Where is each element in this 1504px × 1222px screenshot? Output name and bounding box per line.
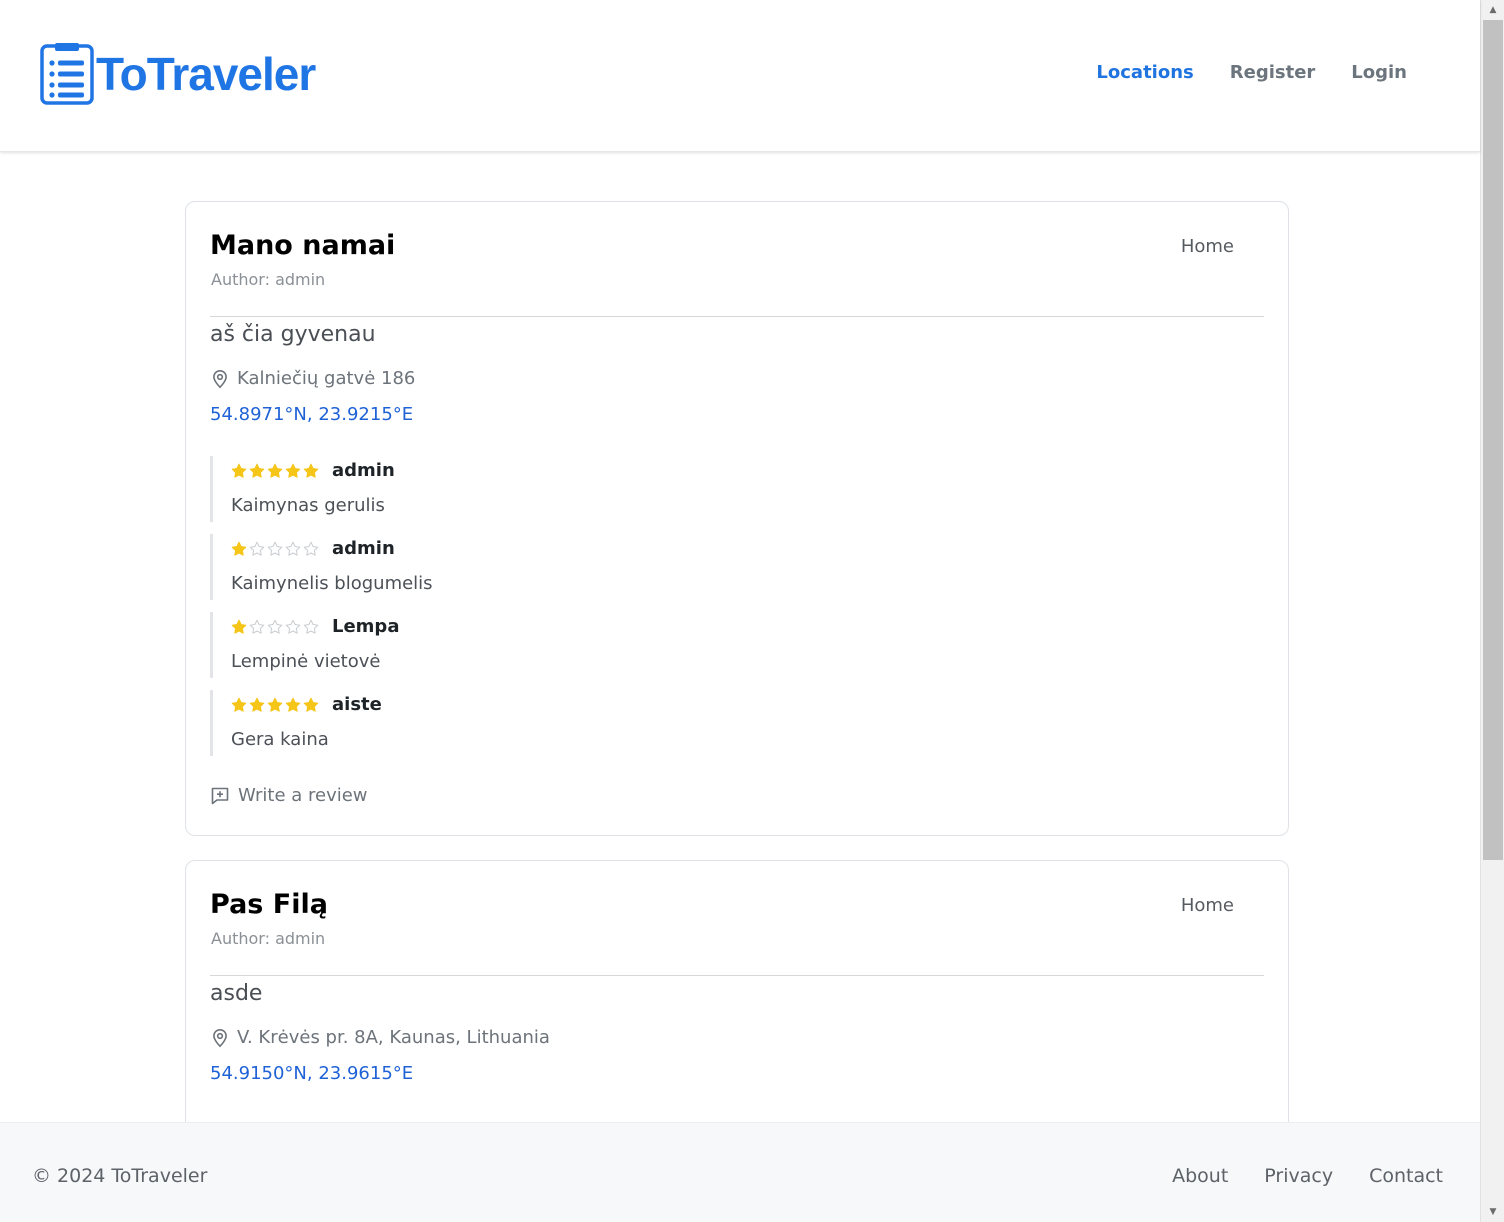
star-rating <box>231 619 319 635</box>
map-pin-icon <box>213 1028 227 1047</box>
location-title[interactable]: Pas Filą <box>210 889 328 920</box>
star-filled-icon <box>267 463 283 478</box>
star-filled-icon <box>249 697 265 712</box>
main-nav: Locations Register Login <box>1096 62 1407 83</box>
footer-link-contact[interactable]: Contact <box>1369 1165 1443 1187</box>
nav-locations[interactable]: Locations <box>1096 62 1193 83</box>
scroll-up-arrow-icon[interactable]: ▲ <box>1481 0 1504 20</box>
review-item: Lempa Lempinė vietovė <box>210 612 710 678</box>
star-rating <box>231 541 319 557</box>
location-coordinates-link[interactable]: 54.8971°N, 23.9215°E <box>210 404 413 425</box>
locations-list: Mano namai Author: admin Home aš čia gyv… <box>0 152 1480 1122</box>
location-category: Home <box>1180 895 1234 916</box>
star-filled-icon <box>303 697 319 712</box>
reviews-list: admin Kaimynas gerulis admin Kaimynelis … <box>210 456 710 768</box>
star-filled-icon <box>231 619 247 634</box>
footer-link-about[interactable]: About <box>1172 1165 1228 1187</box>
star-filled-icon <box>231 697 247 712</box>
star-rating <box>231 697 319 713</box>
nav-register[interactable]: Register <box>1230 62 1316 83</box>
star-empty-icon <box>249 541 265 556</box>
location-category: Home <box>1180 236 1234 257</box>
address-text: Kalniečių gatvė 186 <box>237 368 416 389</box>
site-header: ToTraveler Locations Register Login <box>0 0 1480 152</box>
review-author: admin <box>332 538 395 559</box>
brand-logo[interactable]: ToTraveler <box>40 43 316 105</box>
star-empty-icon <box>303 619 319 634</box>
map-pin-icon <box>213 369 227 388</box>
star-empty-icon <box>249 619 265 634</box>
location-description: aš čia gyvenau <box>210 322 376 347</box>
footer-links: About Privacy Contact <box>1172 1165 1443 1187</box>
star-empty-icon <box>303 541 319 556</box>
review-item: admin Kaimynas gerulis <box>210 456 710 522</box>
review-author: Lempa <box>332 616 400 637</box>
star-empty-icon <box>267 619 283 634</box>
card-divider <box>210 316 1264 317</box>
star-rating <box>231 463 319 479</box>
review-item: admin Kaimynelis blogumelis <box>210 534 710 600</box>
star-filled-icon <box>285 697 301 712</box>
star-filled-icon <box>285 463 301 478</box>
message-plus-icon <box>211 787 229 804</box>
star-filled-icon <box>267 697 283 712</box>
location-title[interactable]: Mano namai <box>210 230 395 261</box>
site-footer: © 2024 ToTraveler About Privacy Contact <box>0 1122 1480 1222</box>
location-coordinates-link[interactable]: 54.9150°N, 23.9615°E <box>210 1063 413 1084</box>
review-author: admin <box>332 460 395 481</box>
review-text: Lempinė vietovė <box>231 651 381 672</box>
review-item: aiste Gera kaina <box>210 690 710 756</box>
write-review-label: Write a review <box>238 785 368 806</box>
copyright-text: © 2024 ToTraveler <box>32 1165 208 1187</box>
vertical-scrollbar[interactable]: ▲ ▼ <box>1480 0 1504 1222</box>
scrollbar-thumb[interactable] <box>1483 20 1503 860</box>
star-filled-icon <box>231 463 247 478</box>
brand-name: ToTraveler <box>96 48 316 100</box>
review-text: Gera kaina <box>231 729 329 750</box>
nav-login[interactable]: Login <box>1351 62 1407 83</box>
location-card: Pas Filą Author: admin Home asde V. Krėv… <box>185 860 1289 1122</box>
review-author: aiste <box>332 694 382 715</box>
star-empty-icon <box>285 619 301 634</box>
star-filled-icon <box>231 541 247 556</box>
location-description: asde <box>210 981 263 1006</box>
scroll-down-arrow-icon[interactable]: ▼ <box>1481 1202 1504 1222</box>
card-divider <box>210 975 1264 976</box>
star-empty-icon <box>267 541 283 556</box>
review-text: Kaimynas gerulis <box>231 495 385 516</box>
clipboard-list-icon <box>40 43 94 105</box>
write-review-button[interactable]: Write a review <box>210 785 368 806</box>
review-text: Kaimynelis blogumelis <box>231 573 433 594</box>
star-empty-icon <box>285 541 301 556</box>
location-author: Author: admin <box>211 929 326 948</box>
location-address: Kalniečių gatvė 186 <box>210 368 415 389</box>
footer-link-privacy[interactable]: Privacy <box>1264 1165 1333 1187</box>
address-text: V. Krėvės pr. 8A, Kaunas, Lithuania <box>237 1027 550 1048</box>
location-address: V. Krėvės pr. 8A, Kaunas, Lithuania <box>210 1027 550 1048</box>
star-filled-icon <box>249 463 265 478</box>
location-author: Author: admin <box>211 270 326 289</box>
location-card: Mano namai Author: admin Home aš čia gyv… <box>185 201 1289 836</box>
star-filled-icon <box>303 463 319 478</box>
